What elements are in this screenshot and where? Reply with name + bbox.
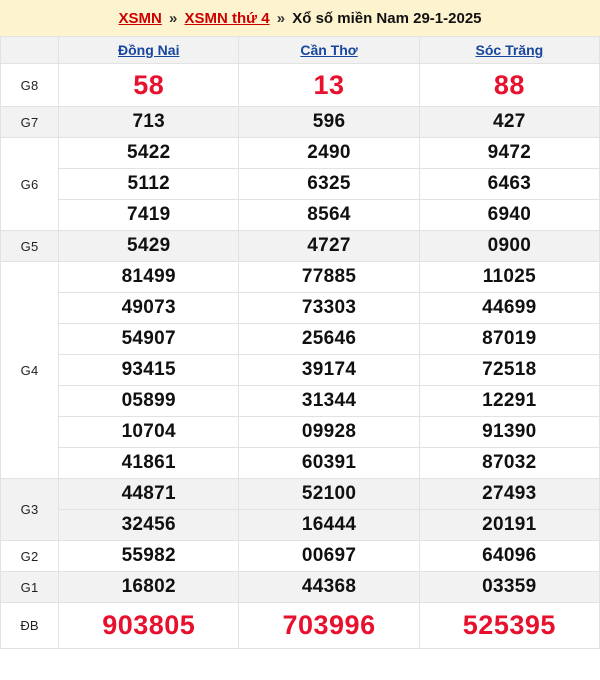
- prize-number-cell: 596: [238, 106, 420, 138]
- prize-number-cell: 6325: [238, 168, 420, 200]
- prize-number-cell: 93415: [58, 354, 240, 386]
- prize-label-đb: ĐB: [0, 602, 60, 649]
- prize-number-cell: 25646: [238, 323, 420, 355]
- breadcrumb-link-xsmn-thu-4[interactable]: XSMN thứ 4: [185, 10, 270, 27]
- province-link-can-tho[interactable]: Cần Thơ: [300, 42, 357, 58]
- prize-label-g4: G4: [0, 261, 60, 479]
- prize-number-cell: 03359: [418, 571, 600, 603]
- prize-number-cell: 7419: [58, 199, 240, 231]
- prize-number-cell: 58: [58, 63, 240, 107]
- prize-number-cell: 44368: [238, 571, 420, 603]
- table-row: 41861 60391 87032: [1, 447, 600, 479]
- prize-number-cell: 31344: [238, 385, 420, 417]
- province-link-soc-trang[interactable]: Sóc Trăng: [476, 42, 544, 58]
- prize-number-cell: 9472: [418, 137, 600, 169]
- prize-number-cell: 64096: [418, 540, 600, 572]
- table-header-row: Đồng Nai Cần Thơ Sóc Trăng: [0, 36, 600, 64]
- table-row: G6 5422 2490 9472: [0, 137, 600, 231]
- prize-number-cell: 87019: [418, 323, 600, 355]
- breadcrumb-separator-1: »: [169, 9, 178, 27]
- prize-number-cell: 8564: [238, 199, 420, 231]
- table-row: G4 81499 77885 11025: [0, 261, 600, 479]
- prize-label-g2: G2: [0, 540, 60, 572]
- prize-number-cell: 88: [418, 63, 600, 107]
- prize-number-cell: 5422: [58, 137, 240, 169]
- prize-number-cell: 55982: [58, 540, 240, 572]
- table-header: Đồng Nai Cần Thơ Sóc Trăng: [0, 36, 600, 64]
- table-row: 93415 39174 72518: [1, 354, 600, 386]
- prize-number-cell: 05899: [58, 385, 240, 417]
- prize-number-cell: 10704: [58, 416, 240, 448]
- prize-number-cell: 27493: [418, 478, 600, 510]
- table-row: G1 16802 44368 03359: [0, 571, 600, 603]
- prize-number-cell: 2490: [238, 137, 420, 169]
- table-row: G3 44871 52100 27493: [0, 478, 600, 541]
- prize-number-cell: 16444: [238, 509, 420, 541]
- prize-number-cell: 32456: [58, 509, 240, 541]
- prize-number-cell: 72518: [418, 354, 600, 386]
- prize-number-cell: 12291: [418, 385, 600, 417]
- prize-number-cell: 525395: [418, 602, 600, 649]
- prize-number-cell: 713: [58, 106, 240, 138]
- prize-number-cell: 49073: [58, 292, 240, 324]
- prize-number-cell: 427: [418, 106, 600, 138]
- prize-number-cell: 11025: [418, 261, 600, 293]
- prize-number-cell: 20191: [418, 509, 600, 541]
- prize-number-cell: 703996: [238, 602, 420, 649]
- prize-number-cell: 5112: [58, 168, 240, 200]
- prize-label-g8: G8: [0, 63, 60, 107]
- table-row: G5 5429 4727 0900: [0, 230, 600, 262]
- prize-number-cell: 00697: [238, 540, 420, 572]
- prize-number-cell: 13: [238, 63, 420, 107]
- prize-number-cell: 6940: [418, 199, 600, 231]
- prize-number-cell: 44699: [418, 292, 600, 324]
- table-row: 7419 8564 6940: [1, 199, 600, 231]
- page-title-bar: XSMN » XSMN thứ 4 » Xổ số miền Nam 29-1-…: [0, 0, 600, 36]
- table-row: 10704 09928 91390: [1, 416, 600, 448]
- prize-label-g1: G1: [0, 571, 60, 603]
- page-title: Xổ số miền Nam 29-1-2025: [292, 9, 482, 27]
- breadcrumb: XSMN » XSMN thứ 4 » Xổ số miền Nam 29-1-…: [118, 11, 481, 26]
- prize-number-cell: 73303: [238, 292, 420, 324]
- province-link-dong-nai[interactable]: Đồng Nai: [118, 42, 179, 58]
- prize-number-cell: 0900: [418, 230, 600, 262]
- prize-number-cell: 09928: [238, 416, 420, 448]
- column-header-province-1: Đồng Nai: [58, 36, 240, 64]
- table-row: G2 55982 00697 64096: [0, 540, 600, 572]
- prize-label-g7: G7: [0, 106, 60, 138]
- prize-number-cell: 16802: [58, 571, 240, 603]
- prize-label-g3: G3: [0, 478, 60, 541]
- prize-number-cell: 77885: [238, 261, 420, 293]
- prize-number-cell: 54907: [58, 323, 240, 355]
- prize-number-cell: 91390: [418, 416, 600, 448]
- prize-number-cell: 41861: [58, 447, 240, 479]
- prize-number-cell: 52100: [238, 478, 420, 510]
- prize-number-cell: 60391: [238, 447, 420, 479]
- table-row: 49073 73303 44699: [1, 292, 600, 324]
- table-body: G8 58 13 88 G7 713 596 427 G6 5422 2490 9472 5112 632…: [0, 63, 600, 649]
- table-row: 54907 25646 87019: [1, 323, 600, 355]
- table-row: 05899 31344 12291: [1, 385, 600, 417]
- table-row: G8 58 13 88: [0, 63, 600, 107]
- prize-number-cell: 44871: [58, 478, 240, 510]
- column-header-province-2: Cần Thơ: [238, 36, 420, 64]
- lottery-results-table: Đồng Nai Cần Thơ Sóc Trăng G8 58 13 88 G7 713…: [0, 36, 600, 649]
- prize-number-cell: 6463: [418, 168, 600, 200]
- breadcrumb-link-xsmn[interactable]: XSMN: [118, 10, 161, 27]
- prize-number-cell: 81499: [58, 261, 240, 293]
- prize-number-cell: 5429: [58, 230, 240, 262]
- corner-cell: [0, 36, 60, 64]
- prize-number-cell: 39174: [238, 354, 420, 386]
- prize-label-g6: G6: [0, 137, 60, 231]
- prize-number-cell: 903805: [58, 602, 240, 649]
- table-row: G7 713 596 427: [0, 106, 600, 138]
- column-header-province-3: Sóc Trăng: [418, 36, 600, 64]
- prize-number-cell: 4727: [238, 230, 420, 262]
- table-row: 5112 6325 6463: [1, 168, 600, 200]
- breadcrumb-separator-2: »: [276, 9, 286, 27]
- table-row: ĐB 903805 703996 525395: [0, 602, 600, 649]
- prize-number-cell: 87032: [418, 447, 600, 479]
- table-row: 32456 16444 20191: [1, 509, 600, 541]
- prize-label-g5: G5: [0, 230, 60, 262]
